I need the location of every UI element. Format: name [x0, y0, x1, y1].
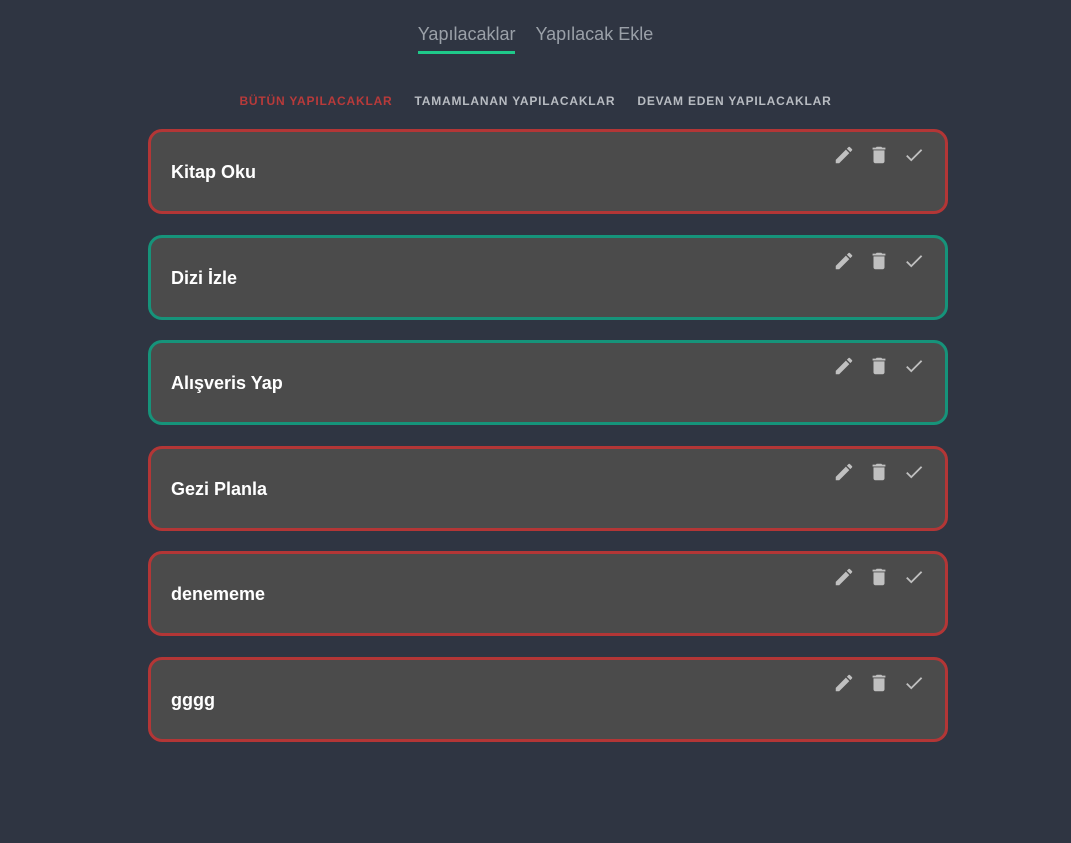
- todo-title: Gezi Planla: [171, 478, 268, 499]
- check-icon[interactable]: [903, 566, 925, 588]
- todo-actions: [833, 672, 925, 694]
- trash-icon[interactable]: [868, 355, 890, 377]
- pencil-icon[interactable]: [833, 672, 855, 694]
- todo-card: Dizi İzle: [148, 234, 948, 320]
- todo-actions: [833, 250, 925, 272]
- check-icon[interactable]: [903, 672, 925, 694]
- pencil-icon[interactable]: [833, 461, 855, 483]
- todo-actions: [833, 355, 925, 377]
- todo-card: gggg: [148, 656, 948, 742]
- filter-all[interactable]: BÜTÜN YAPILACAKLAR: [239, 94, 392, 108]
- todo-actions: [833, 461, 925, 483]
- trash-icon[interactable]: [868, 461, 890, 483]
- pencil-icon[interactable]: [833, 250, 855, 272]
- todo-title: Alışveris Yap: [171, 373, 283, 393]
- check-icon[interactable]: [903, 461, 925, 483]
- tab-yapilacak-ekle[interactable]: Yapılacak Ekle: [535, 22, 653, 54]
- tab-yapilacaklar[interactable]: Yapılacaklar: [417, 22, 516, 54]
- trash-icon[interactable]: [868, 144, 890, 166]
- todo-actions: [833, 566, 925, 588]
- filter-bar: BÜTÜN YAPILACAKLAR TAMAMLANAN YAPILACAKL…: [0, 94, 1071, 108]
- pencil-icon[interactable]: [833, 355, 855, 377]
- todo-card: Gezi Planla: [148, 445, 948, 531]
- todo-actions: [833, 144, 925, 166]
- todo-card: denememe: [148, 551, 948, 636]
- trash-icon[interactable]: [868, 566, 890, 588]
- todo-title: denememe: [171, 584, 266, 604]
- filter-in-progress[interactable]: DEVAM EDEN YAPILACAKLAR: [637, 94, 831, 108]
- check-icon[interactable]: [903, 250, 925, 272]
- filter-completed[interactable]: TAMAMLANAN YAPILACAKLAR: [415, 94, 616, 108]
- pencil-icon[interactable]: [833, 144, 855, 166]
- trash-icon[interactable]: [868, 250, 890, 272]
- todo-title: gggg: [171, 689, 215, 710]
- trash-icon[interactable]: [868, 672, 890, 694]
- todo-list: Kitap Oku Dizi İzle Alışveris Yap Gezi P…: [148, 129, 948, 762]
- main-tabs: Yapılacaklar Yapılacak Ekle: [0, 22, 1071, 54]
- todo-title: Dizi İzle: [171, 267, 238, 288]
- todo-card: Kitap Oku: [148, 129, 948, 214]
- todo-card: Alışveris Yap: [148, 340, 948, 425]
- check-icon[interactable]: [903, 355, 925, 377]
- todo-title: Kitap Oku: [171, 162, 257, 182]
- check-icon[interactable]: [903, 144, 925, 166]
- pencil-icon[interactable]: [833, 566, 855, 588]
